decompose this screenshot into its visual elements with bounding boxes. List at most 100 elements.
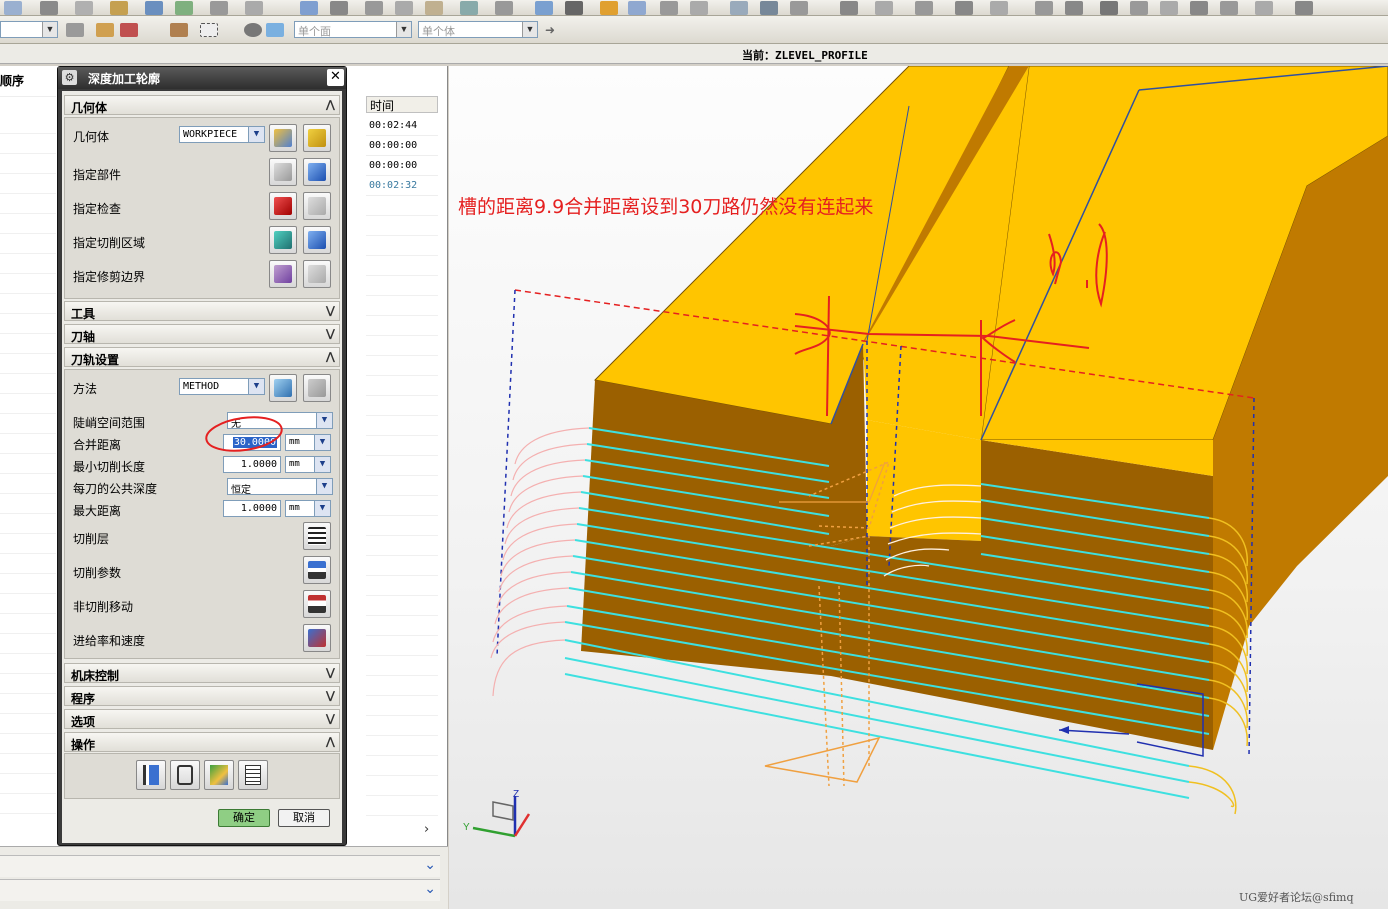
specify-trim-button[interactable] <box>269 260 297 288</box>
replay-button[interactable] <box>170 760 200 790</box>
specify-check-button[interactable] <box>269 192 297 220</box>
feeds-speeds-button[interactable] <box>303 624 331 652</box>
tool-icon[interactable] <box>365 1 383 15</box>
tool-icon[interactable] <box>1065 1 1083 15</box>
tool-icon[interactable] <box>730 1 748 15</box>
body-icon[interactable] <box>266 23 284 37</box>
method-select[interactable]: METHOD ▼ <box>179 378 265 395</box>
section-tools[interactable]: 工具 ⋁ <box>64 301 340 321</box>
tool-icon[interactable] <box>460 1 478 15</box>
tool-icon[interactable] <box>535 1 553 15</box>
tool-icon[interactable] <box>330 1 348 15</box>
tool-icon[interactable] <box>40 1 58 15</box>
flashlight-icon <box>308 265 326 283</box>
tool-icon[interactable] <box>955 1 973 15</box>
specify-part-button[interactable] <box>269 158 297 186</box>
tool-icon[interactable] <box>245 1 263 15</box>
type-filter-select[interactable]: ▼ <box>0 21 58 38</box>
display-trim-button[interactable] <box>303 260 331 288</box>
common-depth-select[interactable]: 恒定 ▼ <box>227 478 333 495</box>
graphics-viewport[interactable]: 槽的距离9.9合并距离设到30刀路仍然没有连起来 Z Y UG爱好者论坛@sfi… <box>449 66 1388 909</box>
select-icon[interactable] <box>120 23 138 37</box>
tool-icon[interactable] <box>395 1 413 15</box>
tool-icon[interactable] <box>840 1 858 15</box>
filter-icon[interactable] <box>96 23 114 37</box>
generate-button[interactable] <box>136 760 166 790</box>
section-path-settings[interactable]: 刀轨设置 ⋀ <box>64 347 340 367</box>
tool-icon[interactable] <box>175 1 193 15</box>
tool-icon[interactable] <box>990 1 1008 15</box>
new-method-button[interactable] <box>269 374 297 402</box>
tool-icon[interactable] <box>1130 1 1148 15</box>
section-label: 几何体 <box>71 101 108 115</box>
display-cut-area-button[interactable] <box>303 226 331 254</box>
nav-time-cell[interactable]: 00:02:44 <box>366 116 438 136</box>
tool-icon[interactable] <box>690 1 708 15</box>
specify-cut-area-button[interactable] <box>269 226 297 254</box>
nav-column-time[interactable]: 时间 <box>366 96 438 113</box>
tool-icon[interactable] <box>790 1 808 15</box>
max-distance-unit-select[interactable]: mm ▼ <box>285 500 331 517</box>
rectangle-select-icon[interactable] <box>200 23 218 37</box>
tool-icon[interactable] <box>110 1 128 15</box>
cut-params-button[interactable] <box>303 556 331 584</box>
tool-icon[interactable] <box>75 1 93 15</box>
cancel-button[interactable]: 取消 <box>278 809 330 827</box>
section-machine-control[interactable]: 机床控制 ⋁ <box>64 663 340 683</box>
tool-icon[interactable] <box>1190 1 1208 15</box>
verify-button[interactable] <box>204 760 234 790</box>
details-panel-expander[interactable]: ⌄ <box>0 855 440 877</box>
snap-icon[interactable] <box>66 23 84 37</box>
dependencies-panel-expander[interactable]: ⌄ <box>0 879 440 901</box>
nav-time-cell[interactable]: 00:02:32 <box>366 176 438 196</box>
nav-time-cell[interactable]: 00:00:00 <box>366 136 438 156</box>
tool-icon[interactable] <box>1255 1 1273 15</box>
edit-method-button[interactable] <box>303 374 331 402</box>
list-button[interactable] <box>238 760 268 790</box>
tool-icon[interactable] <box>915 1 933 15</box>
section-geometry[interactable]: 几何体 ⋀ <box>64 95 340 115</box>
geometry-select[interactable]: WORKPIECE ▼ <box>179 126 265 143</box>
ok-button[interactable]: 确定 <box>218 809 270 827</box>
tool-icon[interactable] <box>875 1 893 15</box>
cut-levels-button[interactable] <box>303 522 331 550</box>
close-button[interactable]: ✕ <box>327 69 344 86</box>
tool-icon[interactable] <box>210 1 228 15</box>
non-cut-moves-button[interactable] <box>303 590 331 618</box>
tool-icon[interactable] <box>1295 1 1313 15</box>
tool-icon[interactable] <box>1160 1 1178 15</box>
tool-icon[interactable] <box>600 1 618 15</box>
flashlight-icon <box>308 197 326 215</box>
tool-icon[interactable] <box>628 1 646 15</box>
section-tool-axis[interactable]: 刀轴 ⋁ <box>64 324 340 344</box>
tool-icon[interactable] <box>4 1 22 15</box>
arrow-right-icon[interactable]: ➜ <box>545 23 563 37</box>
dialog-titlebar[interactable]: ⚙ 深度加工轮廓 ✕ <box>58 67 346 89</box>
section-actions[interactable]: 操作 ⋀ <box>64 732 340 752</box>
tool-icon[interactable] <box>1035 1 1053 15</box>
scroll-right-icon[interactable]: › <box>424 822 429 837</box>
edit-geometry-button[interactable] <box>303 124 331 152</box>
tool-icon[interactable] <box>660 1 678 15</box>
tool-icon[interactable] <box>565 1 583 15</box>
tool-icon[interactable] <box>495 1 513 15</box>
nav-time-cell[interactable]: 00:00:00 <box>366 156 438 176</box>
tool-icon[interactable] <box>425 1 443 15</box>
tool-icon[interactable] <box>1220 1 1238 15</box>
section-options[interactable]: 选项 ⋁ <box>64 709 340 729</box>
select-icon[interactable] <box>170 23 188 37</box>
body-rule-select[interactable]: 单个体 ▼ <box>418 21 538 38</box>
display-part-button[interactable] <box>303 158 331 186</box>
face-rule-select[interactable]: 单个面 ▼ <box>294 21 412 38</box>
tool-icon[interactable] <box>1100 1 1118 15</box>
tool-icon[interactable] <box>760 1 778 15</box>
display-check-button[interactable] <box>303 192 331 220</box>
expand-icon: ⋁ <box>325 666 335 679</box>
section-program[interactable]: 程序 ⋁ <box>64 686 340 706</box>
max-distance-input[interactable]: 1.0000 <box>223 500 281 517</box>
gear-icon[interactable]: ⚙ <box>62 70 77 85</box>
tool-icon[interactable] <box>145 1 163 15</box>
body-icon[interactable] <box>244 23 262 37</box>
tool-icon[interactable] <box>300 1 318 15</box>
new-geometry-button[interactable] <box>269 124 297 152</box>
